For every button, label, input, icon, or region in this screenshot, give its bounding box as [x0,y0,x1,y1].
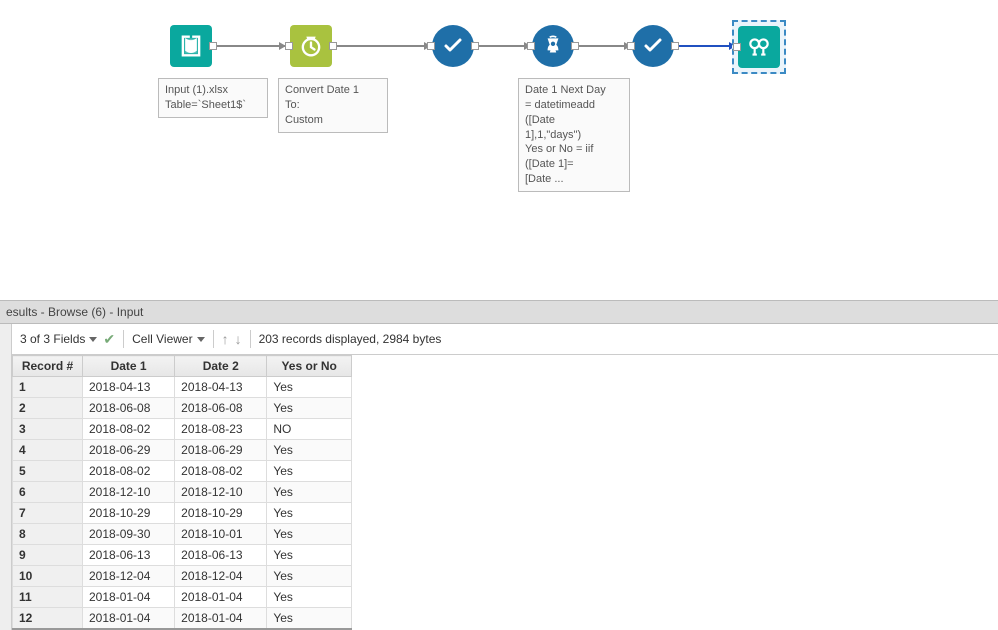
yesno-cell[interactable]: Yes [267,608,352,630]
table-row[interactable]: 102018-12-042018-12-04Yes [13,566,352,587]
record-cell[interactable]: 9 [13,545,83,566]
date2-cell[interactable]: 2018-12-10 [175,482,267,503]
date2-cell[interactable]: 2018-08-23 [175,419,267,440]
table-row[interactable]: 72018-10-292018-10-29Yes [13,503,352,524]
browse-tool-icon[interactable] [738,26,780,68]
table-row[interactable]: 122018-01-042018-01-04Yes [13,608,352,630]
connector [215,45,285,47]
datetime-tool-icon[interactable] [290,25,332,67]
record-cell[interactable]: 6 [13,482,83,503]
date2-cell[interactable]: 2018-08-02 [175,461,267,482]
sort-desc-icon[interactable]: ↓ [235,331,242,347]
record-cell[interactable]: 2 [13,398,83,419]
record-cell[interactable]: 12 [13,608,83,630]
datetime-annotation: Convert Date 1 To: Custom [278,78,388,133]
date1-cell[interactable]: 2018-06-08 [83,398,175,419]
formula-annotation: Date 1 Next Day = datetimeadd ([Date 1],… [518,78,630,192]
record-cell[interactable]: 8 [13,524,83,545]
table-row[interactable]: 32018-08-022018-08-23NO [13,419,352,440]
date1-cell[interactable]: 2018-12-04 [83,566,175,587]
connector [475,45,530,47]
record-cell[interactable]: 3 [13,419,83,440]
date2-cell[interactable]: 2018-04-13 [175,377,267,398]
table-row[interactable]: 22018-06-082018-06-08Yes [13,398,352,419]
yesno-cell[interactable]: Yes [267,545,352,566]
record-cell[interactable]: 10 [13,566,83,587]
date1-cell[interactable]: 2018-01-04 [83,587,175,608]
col-yesno[interactable]: Yes or No [267,356,352,377]
date1-cell[interactable]: 2018-06-13 [83,545,175,566]
connector [335,45,430,47]
yesno-cell[interactable]: Yes [267,461,352,482]
record-cell[interactable]: 1 [13,377,83,398]
results-grid[interactable]: Record # Date 1 Date 2 Yes or No 12018-0… [12,355,352,630]
date1-cell[interactable]: 2018-09-30 [83,524,175,545]
col-date1[interactable]: Date 1 [83,356,175,377]
col-date2[interactable]: Date 2 [175,356,267,377]
browse-tool-selected[interactable] [732,20,786,74]
yesno-cell[interactable]: Yes [267,566,352,587]
formula-tool-icon[interactable] [532,25,574,67]
record-cell[interactable]: 7 [13,503,83,524]
select-tool-icon[interactable] [432,25,474,67]
col-record[interactable]: Record # [13,356,83,377]
date2-cell[interactable]: 2018-01-04 [175,608,267,630]
date1-cell[interactable]: 2018-04-13 [83,377,175,398]
date1-cell[interactable]: 2018-06-29 [83,440,175,461]
input-annotation: Input (1).xlsx Table=`Sheet1$` [158,78,268,118]
check-icon[interactable]: ✔ [103,331,115,348]
table-row[interactable]: 82018-09-302018-10-01Yes [13,524,352,545]
date1-cell[interactable]: 2018-08-02 [83,461,175,482]
table-row[interactable]: 42018-06-292018-06-29Yes [13,440,352,461]
date1-cell[interactable]: 2018-12-10 [83,482,175,503]
yesno-cell[interactable]: Yes [267,377,352,398]
date2-cell[interactable]: 2018-10-29 [175,503,267,524]
date2-cell[interactable]: 2018-01-04 [175,587,267,608]
workflow-canvas[interactable]: Input (1).xlsx Table=`Sheet1$` Convert D… [0,0,998,300]
yesno-cell[interactable]: NO [267,419,352,440]
results-pane-title: esults - Browse (6) - Input [0,300,998,324]
yesno-cell[interactable]: Yes [267,440,352,461]
results-status: 203 records displayed, 2984 bytes [259,332,442,346]
select-tool-icon[interactable] [632,25,674,67]
date2-cell[interactable]: 2018-06-08 [175,398,267,419]
table-row[interactable]: 112018-01-042018-01-04Yes [13,587,352,608]
connector [675,45,735,47]
date2-cell[interactable]: 2018-06-29 [175,440,267,461]
record-cell[interactable]: 5 [13,461,83,482]
table-row[interactable]: 52018-08-022018-08-02Yes [13,461,352,482]
connector [575,45,630,47]
yesno-cell[interactable]: Yes [267,587,352,608]
date1-cell[interactable]: 2018-08-02 [83,419,175,440]
table-row[interactable]: 12018-04-132018-04-13Yes [13,377,352,398]
fields-dropdown[interactable]: 3 of 3 Fields [20,332,97,346]
date2-cell[interactable]: 2018-10-01 [175,524,267,545]
record-cell[interactable]: 4 [13,440,83,461]
yesno-cell[interactable]: Yes [267,482,352,503]
table-row[interactable]: 92018-06-132018-06-13Yes [13,545,352,566]
date2-cell[interactable]: 2018-12-04 [175,566,267,587]
date1-cell[interactable]: 2018-01-04 [83,608,175,630]
date1-cell[interactable]: 2018-10-29 [83,503,175,524]
results-toolbar: 3 of 3 Fields ✔ Cell Viewer ↑ ↓ 203 reco… [12,324,998,355]
record-cell[interactable]: 11 [13,587,83,608]
yesno-cell[interactable]: Yes [267,524,352,545]
input-tool-icon[interactable] [170,25,212,67]
cellviewer-dropdown[interactable]: Cell Viewer [132,332,204,346]
table-row[interactable]: 62018-12-102018-12-10Yes [13,482,352,503]
date2-cell[interactable]: 2018-06-13 [175,545,267,566]
yesno-cell[interactable]: Yes [267,503,352,524]
yesno-cell[interactable]: Yes [267,398,352,419]
sort-asc-icon[interactable]: ↑ [222,331,229,347]
